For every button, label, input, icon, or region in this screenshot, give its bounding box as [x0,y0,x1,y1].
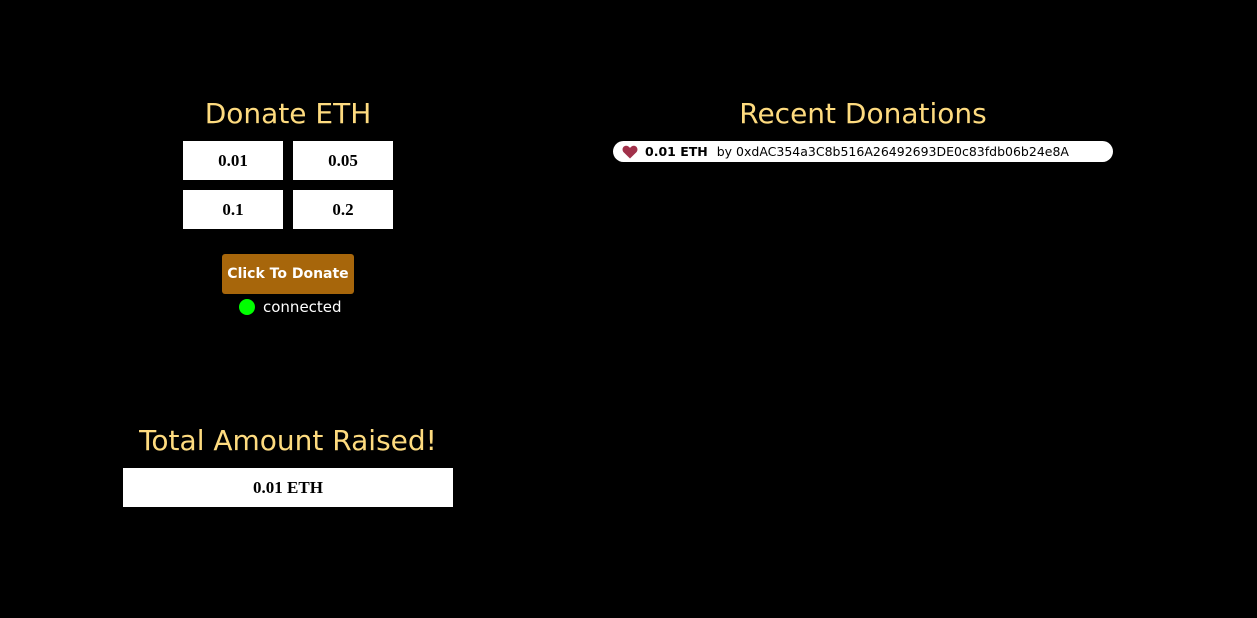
status-dot-icon [239,299,255,315]
total-raised-value: 0.01 ETH [123,468,453,507]
connection-status: connected [239,297,342,317]
total-raised-heading: Total Amount Raised! [139,424,437,457]
amount-option-0-1[interactable]: 0.1 [183,190,283,229]
status-text: connected [263,298,342,316]
donation-donor: by 0xdAC354a3C8b516A26492693DE0c83fdb06b… [716,144,1069,159]
heart-icon [622,145,638,159]
donation-list-item: 0.01 ETH by 0xdAC354a3C8b516A26492693DE0… [613,141,1113,162]
amount-option-0-01[interactable]: 0.01 [183,141,283,180]
amount-option-0-2[interactable]: 0.2 [293,190,393,229]
donate-button[interactable]: Click To Donate [222,254,354,294]
donate-heading: Donate ETH [204,97,372,130]
donation-amount: 0.01 ETH [645,144,708,159]
recent-donations-heading: Recent Donations [739,97,987,130]
amount-option-0-05[interactable]: 0.05 [293,141,393,180]
